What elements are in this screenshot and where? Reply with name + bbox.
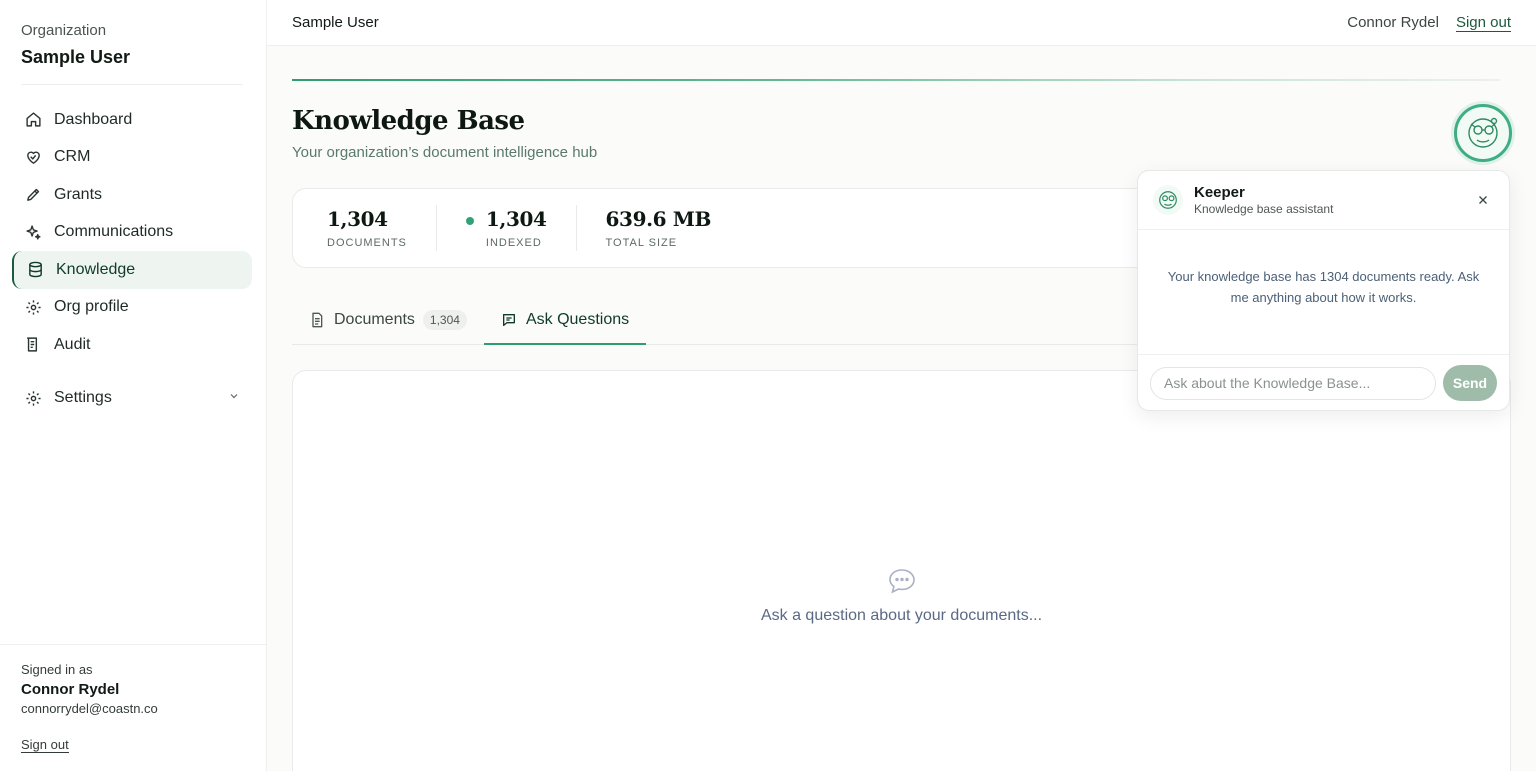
stat-documents-value: 1,304 — [327, 207, 388, 231]
speech-bubble-icon — [293, 567, 1510, 595]
home-icon — [24, 111, 42, 129]
topbar-title: Sample User — [292, 14, 379, 31]
signed-in-label: Signed in as — [21, 662, 93, 677]
tab-ask-questions-label: Ask Questions — [525, 310, 630, 328]
stat-indexed: 1,304 INDEXED — [486, 207, 547, 249]
chevron-down-icon — [228, 389, 240, 407]
signed-in-email: connorrydel@coastn.co — [21, 701, 158, 716]
sidebar-item-label: CRM — [54, 148, 91, 166]
stat-size-label: TOTAL SIZE — [605, 237, 678, 249]
gear-icon — [24, 298, 42, 316]
topbar-sign-out-link[interactable]: Sign out — [1455, 14, 1511, 32]
chat-empty-text: Ask a question about your documents... — [760, 607, 1043, 624]
tab-documents[interactable]: Documents 1,304 — [292, 296, 484, 344]
chat-area: Ask a question about your documents... — [292, 370, 1511, 771]
topbar-user-name: Connor Rydel — [1347, 14, 1439, 31]
handshake-icon — [24, 148, 42, 166]
assistant-name: Keeper — [1194, 184, 1245, 201]
signed-in-name: Connor Rydel — [21, 681, 120, 698]
sparkle-icon — [24, 223, 42, 241]
chat-icon — [501, 312, 517, 328]
sidebar-item-label: Org profile — [54, 298, 129, 316]
signed-in-block: Signed in as Connor Rydel connorrydel@co… — [0, 644, 266, 771]
pen-icon — [24, 186, 42, 204]
sidebar-sign-out-link[interactable]: Sign out — [21, 737, 69, 753]
tab-bar: Documents 1,304 Ask Questions — [292, 296, 1172, 345]
loading-progress-bar — [292, 79, 1500, 81]
sidebar-item-dashboard[interactable]: Dashboard — [12, 101, 252, 139]
stat-documents: 1,304 DOCUMENTS — [327, 207, 407, 249]
sidebar-item-org-profile[interactable]: Org profile — [12, 289, 252, 327]
database-icon — [26, 261, 44, 279]
chat-empty-state: Ask a question about your documents... — [293, 567, 1510, 625]
org-block: Organization Sample User — [0, 0, 266, 68]
stat-indexed-wrap: 1,304 INDEXED — [465, 207, 547, 249]
stat-documents-label: DOCUMENTS — [327, 237, 407, 249]
sidebar-item-label: Knowledge — [56, 260, 136, 278]
org-name: Sample User — [21, 47, 131, 67]
topbar-right: Connor Rydel Sign out — [1347, 14, 1511, 32]
stats-card: 1,304 DOCUMENTS 1,304 INDEXED 639.6 MB T… — [292, 188, 1172, 268]
sidebar-item-crm[interactable]: CRM — [12, 139, 252, 177]
sidebar-item-label: Settings — [54, 389, 112, 407]
assistant-panel: Keeper Knowledge base assistant Your kno… — [1137, 170, 1510, 411]
close-icon[interactable] — [1477, 194, 1489, 206]
keeper-mascot-icon — [1153, 185, 1183, 215]
send-button[interactable]: Send — [1443, 365, 1497, 401]
sidebar-nav: Dashboard CRM Grants Communications Know… — [0, 101, 266, 417]
indexed-status-dot — [465, 217, 474, 225]
topbar: Sample User Connor Rydel Sign out — [267, 0, 1536, 46]
page-title: Knowledge Base — [292, 106, 525, 136]
sidebar: Organization Sample User Dashboard CRM G… — [0, 0, 267, 771]
assistant-role: Knowledge base assistant — [1194, 202, 1334, 216]
stat-indexed-label: INDEXED — [485, 237, 542, 249]
sidebar-item-knowledge[interactable]: Knowledge — [12, 251, 252, 289]
stat-size-value: 639.6 MB — [605, 207, 712, 231]
stat-indexed-value: 1,304 — [485, 207, 547, 231]
sidebar-item-communications[interactable]: Communications — [12, 214, 252, 252]
app-window: Organization Sample User Dashboard CRM G… — [0, 0, 1536, 771]
audit-icon — [24, 336, 42, 354]
documents-count-badge: 1,304 — [422, 310, 467, 330]
page-subtitle: Your organization’s document intelligenc… — [292, 144, 598, 161]
org-divider — [21, 84, 243, 85]
sidebar-item-settings[interactable]: Settings — [12, 380, 252, 418]
sidebar-item-label: Grants — [54, 185, 103, 203]
assistant-identity: Keeper Knowledge base assistant — [1194, 184, 1333, 216]
stat-total-size: 639.6 MB TOTAL SIZE — [605, 207, 712, 249]
stat-divider — [575, 205, 577, 251]
tab-ask-questions[interactable]: Ask Questions — [483, 296, 647, 345]
assistant-input-row: Send — [1138, 354, 1509, 411]
org-label: Organization — [21, 22, 107, 39]
assistant-panel-header: Keeper Knowledge base assistant — [1138, 171, 1509, 230]
sidebar-item-label: Communications — [54, 223, 174, 241]
sidebar-item-grants[interactable]: Grants — [12, 176, 252, 214]
gear-icon — [24, 389, 42, 407]
assistant-question-input[interactable] — [1150, 366, 1436, 400]
sidebar-item-label: Audit — [54, 335, 91, 353]
keeper-mascot-icon — [1468, 117, 1498, 148]
assistant-message: Your knowledge base has 1304 documents r… — [1167, 269, 1480, 305]
main-content: Sample User Connor Rydel Sign out Knowle… — [267, 0, 1536, 771]
sidebar-item-label: Dashboard — [54, 110, 133, 128]
stat-divider — [435, 205, 437, 251]
tab-documents-label: Documents — [334, 311, 415, 328]
sidebar-item-audit[interactable]: Audit — [12, 326, 252, 364]
assistant-avatar-button[interactable] — [1454, 104, 1512, 162]
document-icon — [309, 312, 325, 328]
